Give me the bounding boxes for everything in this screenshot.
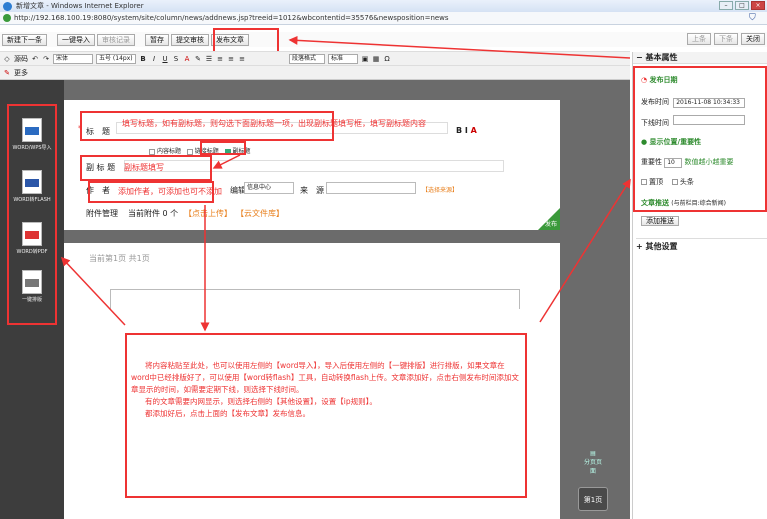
table-icon[interactable]: ▦ xyxy=(372,55,380,63)
title-format-icons[interactable]: B I A xyxy=(456,126,477,135)
align-center-icon[interactable]: ≡ xyxy=(227,55,235,63)
bold-icon[interactable]: B xyxy=(139,55,147,63)
subtitle-annotation: 副标题填写 xyxy=(124,163,164,172)
editor-toolbar: ◇ 源码 ↶ ↷ 宋体 五号 (14px) B I U S A ✎ ☰ ≡ ≡ … xyxy=(0,51,630,66)
action-toolbar: 新建下一条 一键导入 审核记录 暂存 提交审核 发布文章 上条 下条 关闭 xyxy=(0,32,767,47)
minimize-button[interactable]: – xyxy=(719,1,733,10)
page-info: 当前第1页 共1页 xyxy=(89,254,150,263)
one-click-format-tool[interactable]: 一键排版 xyxy=(12,270,52,303)
basic-props-header[interactable]: − 基本属性 xyxy=(633,52,767,64)
align-right-icon[interactable]: ≡ xyxy=(238,55,246,63)
undo-icon[interactable]: ↶ xyxy=(31,55,39,63)
flash-doc-icon xyxy=(22,170,42,194)
save-draft-button[interactable]: 暂存 xyxy=(145,33,169,46)
new-next-button[interactable]: 新建下一条 xyxy=(2,33,47,46)
source-input[interactable] xyxy=(326,182,416,194)
close-button[interactable]: 关闭 xyxy=(741,33,765,45)
underline-icon[interactable]: U xyxy=(161,55,169,63)
window-titlebar: 新增文章 - Windows Internet Explorer – □ × xyxy=(0,0,767,12)
headline-checkbox[interactable] xyxy=(671,179,678,185)
offline-time-input[interactable] xyxy=(673,115,746,125)
upload-link[interactable]: 【点击上传】 xyxy=(184,208,232,219)
attachment-label: 附件管理 xyxy=(86,209,118,218)
view-record-button[interactable]: 审核记录 xyxy=(97,33,135,46)
pager-icon[interactable]: ▤ 分页页面 xyxy=(583,450,603,480)
prev-button[interactable]: 上条 xyxy=(687,33,711,45)
attachment-count: 当前附件 0 个 xyxy=(128,209,179,218)
window-title: 新增文章 - Windows Internet Explorer xyxy=(16,2,144,10)
highlight-icon[interactable]: ✎ xyxy=(194,55,202,63)
word-to-flash-tool[interactable]: WORD转FLASH xyxy=(12,170,52,203)
strike-icon[interactable]: S xyxy=(172,55,180,63)
title-annotation: 填写标题，如有副标题，则勾选下面副标题一项，出现副标题填写框，填写副标题内容 xyxy=(122,119,426,128)
list-icon[interactable]: ☰ xyxy=(205,55,213,63)
style-select[interactable]: 标准 xyxy=(328,53,358,64)
pdf-doc-icon xyxy=(22,222,42,246)
word-import-tool[interactable]: WORD/WPS导入 xyxy=(12,118,52,151)
paragraph-select[interactable]: 段落格式 xyxy=(289,53,325,64)
word-doc-icon xyxy=(22,118,42,142)
choose-source-link[interactable]: 【选择来源】 xyxy=(422,185,458,194)
more-icon[interactable]: ✎ xyxy=(3,69,11,77)
source-label[interactable]: 源码 xyxy=(14,54,28,64)
size-select[interactable]: 五号 (14px) xyxy=(96,53,136,64)
align-left-icon[interactable]: ≡ xyxy=(216,55,224,63)
publish-date-title: ◔ 发布日期 xyxy=(641,76,678,84)
author-annotation: 添加作者，可添加也可不添加 xyxy=(118,187,222,196)
globe-icon xyxy=(3,14,11,22)
maximize-button[interactable]: □ xyxy=(735,1,749,10)
top-checkbox[interactable] xyxy=(641,179,647,185)
format-doc-icon xyxy=(22,270,42,294)
next-button[interactable]: 下条 xyxy=(714,33,738,45)
publish-time-row: 发布时间 2016-11-08 10:34:33 xyxy=(641,97,746,108)
cloud-files-link[interactable]: 【云文件库】 xyxy=(236,208,284,219)
top-headline-row: 置顶 头条 xyxy=(641,177,694,187)
add-push-row: 添加推送 xyxy=(641,216,679,226)
address-bar[interactable]: http://192.168.100.19:8080/system/site/c… xyxy=(0,12,767,25)
editor-toolbar-row2: ✎ 更多 xyxy=(0,66,630,80)
editor-input[interactable]: 信息中心 xyxy=(244,182,294,194)
source-label: 来 源 xyxy=(300,186,324,195)
submit-review-button[interactable]: 提交审核 xyxy=(171,33,209,46)
address-url: http://192.168.100.19:8080/system/site/c… xyxy=(14,14,449,22)
push-row: 文章推送 (与前栏目:综合新闻) xyxy=(641,199,726,207)
other-settings-header[interactable]: + 其他设置 xyxy=(636,238,767,252)
publish-corner-label: 发布 xyxy=(544,221,557,228)
publish-highlight xyxy=(213,28,279,53)
importance-row: 重要性 10 数值越小越重要 xyxy=(641,158,734,168)
publish-time-input[interactable]: 2016-11-08 10:34:33 xyxy=(673,98,746,108)
font-color-icon[interactable]: A xyxy=(183,55,191,63)
image-icon[interactable]: ▣ xyxy=(361,55,369,63)
font-select[interactable]: 宋体 xyxy=(53,53,93,64)
main-annotation: 将内容粘贴至此处，也可以使用左侧的【word导入】，导入后使用左侧的【一键排版】… xyxy=(131,361,519,418)
display-title: ● 显示位置/重要性 xyxy=(641,138,702,146)
add-push-button[interactable]: 添加推送 xyxy=(641,216,679,226)
redo-icon[interactable]: ↷ xyxy=(42,55,50,63)
offline-time-row: 下线时间 xyxy=(641,115,746,128)
source-icon[interactable]: ◇ xyxy=(3,55,11,63)
shield-icon: ⛉ xyxy=(749,13,756,23)
omega-icon[interactable]: Ω xyxy=(383,55,391,63)
import-button[interactable]: 一键导入 xyxy=(57,33,95,46)
ie-logo-icon xyxy=(3,1,12,11)
word-to-pdf-tool[interactable]: WORD转PDF xyxy=(12,222,52,255)
more-label[interactable]: 更多 xyxy=(14,68,28,78)
importance-input[interactable]: 10 xyxy=(664,158,683,168)
page-1-button[interactable]: 第1页 xyxy=(578,487,608,511)
close-window-button[interactable]: × xyxy=(751,1,765,10)
italic-icon[interactable]: I xyxy=(150,55,158,63)
subtitle-check-highlight xyxy=(200,141,246,155)
